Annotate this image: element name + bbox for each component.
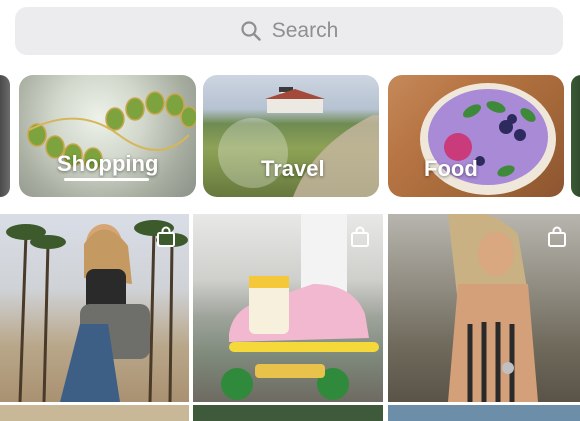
- category-label-shopping: Shopping: [57, 151, 159, 176]
- search-placeholder: Search: [271, 19, 339, 42]
- category-tile-travel[interactable]: Travel: [203, 75, 379, 197]
- category-tile-partial-left[interactable]: [0, 75, 10, 197]
- search-icon: [240, 20, 262, 42]
- feed-item[interactable]: [0, 405, 189, 421]
- category-tile-partial-right[interactable]: [571, 75, 580, 197]
- feed-item[interactable]: [193, 405, 383, 421]
- shopping-bag-icon: [349, 226, 371, 248]
- category-selected-indicator: [64, 178, 149, 181]
- category-label-food: Food: [424, 156, 478, 181]
- feed-item[interactable]: [388, 214, 580, 402]
- feed-item[interactable]: [193, 214, 383, 402]
- category-carousel[interactable]: Shopping Travel Food: [0, 75, 580, 197]
- category-label-travel: Travel: [261, 156, 325, 181]
- feed-item[interactable]: [388, 405, 580, 421]
- category-tile-food[interactable]: Food: [388, 75, 564, 197]
- search-bar[interactable]: Search: [15, 7, 563, 55]
- shopping-bag-icon: [546, 226, 568, 248]
- feed-grid: [0, 214, 580, 421]
- search-content: Search: [240, 19, 339, 43]
- category-tile-shopping[interactable]: Shopping: [19, 75, 196, 197]
- shopping-bag-icon: [155, 226, 177, 248]
- feed-item[interactable]: [0, 214, 189, 402]
